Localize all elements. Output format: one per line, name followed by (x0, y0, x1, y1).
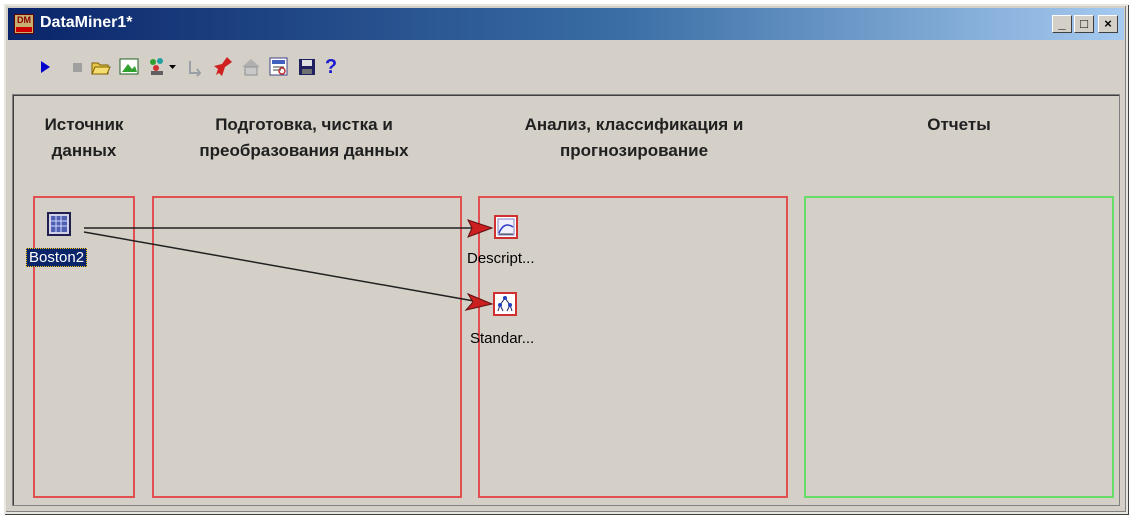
node-label-standard[interactable]: Standar... (470, 330, 534, 347)
table-icon[interactable] (47, 212, 71, 236)
chart-icon[interactable] (494, 215, 518, 239)
node-label-boston2[interactable]: Boston2 (26, 248, 88, 267)
connection-arrows (83, 219, 494, 311)
tree-icon[interactable] (493, 292, 517, 316)
node-label-descriptive[interactable]: Descript... (467, 250, 535, 267)
